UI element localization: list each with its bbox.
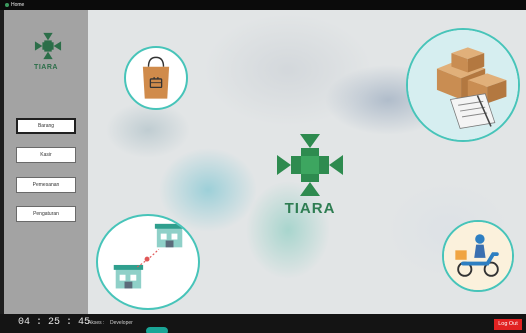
sidebar: TIARA Barang Kasir Pemesanan Pengaturan bbox=[4, 10, 88, 314]
sidebar-logo-text: TIARA bbox=[34, 64, 58, 71]
pharmacy-route-icon bbox=[113, 223, 185, 289]
sidebar-item-pemesanan[interactable]: Pemesanan bbox=[16, 177, 76, 193]
sidebar-item-barang[interactable]: Barang bbox=[16, 118, 76, 134]
center-logo-text: TIARA bbox=[284, 200, 336, 217]
clock-display: 04 : 25 : 45 bbox=[18, 317, 91, 328]
main-content: TIARA bbox=[88, 10, 526, 314]
delivery-circle bbox=[442, 220, 514, 292]
status-bar: 04 : 25 : 45 Akses : Developer Log Out bbox=[0, 314, 526, 333]
access-value: Developer bbox=[110, 320, 133, 326]
access-label: Akses : bbox=[88, 320, 105, 326]
center-logo-icon bbox=[277, 134, 343, 196]
app-icon bbox=[5, 2, 9, 7]
sidebar-item-pengaturan[interactable]: Pengaturan bbox=[16, 206, 76, 222]
pharmacy-route-circle bbox=[96, 214, 200, 310]
delivery-scooter-icon bbox=[444, 222, 512, 290]
packages-checklist-icon bbox=[408, 30, 518, 140]
logout-button[interactable]: Log Out bbox=[494, 319, 522, 330]
packages-circle bbox=[406, 28, 520, 142]
window-title: Home bbox=[11, 2, 25, 8]
shopping-bag-circle bbox=[124, 46, 188, 110]
cross-logo-icon bbox=[34, 32, 62, 60]
sidebar-item-kasir[interactable]: Kasir bbox=[16, 147, 76, 163]
status-indicator bbox=[146, 327, 168, 333]
title-bar: Home bbox=[0, 0, 526, 10]
shopping-bag-icon bbox=[142, 56, 170, 99]
